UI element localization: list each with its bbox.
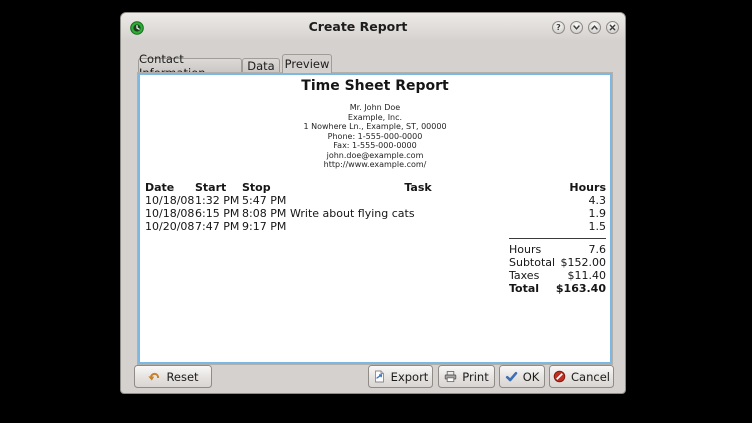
print-label: Print: [462, 370, 488, 384]
header-hours: Hours: [546, 181, 606, 194]
shade-icon[interactable]: [570, 21, 583, 34]
time-table: Date Start Stop Task Hours 10/18/08 1:32…: [145, 181, 606, 233]
summary-label: Total: [509, 282, 539, 295]
ok-icon: [505, 370, 518, 383]
cell-date: 10/20/08: [145, 220, 195, 233]
create-report-window: Create Report ? Contact Information Data…: [120, 12, 626, 394]
cell-task: Write about flying cats: [288, 207, 546, 220]
close-icon[interactable]: [606, 21, 619, 34]
summary-row-hours: Hours 7.6: [509, 243, 606, 256]
summary-value: $163.40: [556, 282, 606, 295]
table-row: 10/18/08 6:15 PM 8:08 PM Write about fly…: [145, 207, 606, 220]
cell-stop: 5:47 PM: [242, 194, 288, 207]
export-button[interactable]: Export: [368, 365, 433, 388]
preview-pane-frame: Time Sheet Report Mr. John Doe Example, …: [137, 72, 613, 365]
header-task: Task: [288, 181, 546, 194]
table-row: 10/18/08 1:32 PM 5:47 PM 4.3: [145, 194, 606, 207]
cell-stop: 9:17 PM: [242, 220, 288, 233]
contact-company: Example, Inc.: [140, 113, 610, 123]
cell-task: [288, 220, 546, 233]
summary-row-total: Total $163.40: [509, 282, 606, 295]
cell-start: 6:15 PM: [195, 207, 242, 220]
summary-value: 7.6: [589, 243, 607, 256]
contact-url: http://www.example.com/: [140, 160, 610, 170]
table-row: 10/20/08 7:47 PM 9:17 PM 1.5: [145, 220, 606, 233]
print-button[interactable]: Print: [438, 365, 495, 388]
cell-start: 7:47 PM: [195, 220, 242, 233]
cancel-label: Cancel: [571, 370, 610, 384]
contact-name: Mr. John Doe: [140, 103, 610, 113]
titlebar-buttons: ?: [552, 21, 619, 34]
export-label: Export: [391, 370, 429, 384]
header-stop: Stop: [242, 181, 288, 194]
print-icon: [444, 370, 457, 383]
cell-start: 1:32 PM: [195, 194, 242, 207]
summary-label: Hours: [509, 243, 541, 256]
contact-block: Mr. John Doe Example, Inc. 1 Nowhere Ln.…: [140, 103, 610, 170]
titlebar[interactable]: Create Report ?: [121, 13, 625, 41]
report-title: Time Sheet Report: [140, 78, 610, 94]
keep-above-icon[interactable]: [588, 21, 601, 34]
header-start: Start: [195, 181, 242, 194]
cell-hours: 1.9: [546, 207, 606, 220]
cell-date: 10/18/08: [145, 194, 195, 207]
cancel-button[interactable]: Cancel: [549, 365, 614, 388]
window-title: Create Report: [181, 19, 535, 34]
contact-email: john.doe@example.com: [140, 151, 610, 161]
reset-label: Reset: [166, 370, 198, 384]
summary-row-subtotal: Subtotal $152.00: [509, 256, 606, 269]
cell-hours: 1.5: [546, 220, 606, 233]
cell-task: [288, 194, 546, 207]
help-icon[interactable]: ?: [552, 21, 565, 34]
summary-row-taxes: Taxes $11.40: [509, 269, 606, 282]
cell-stop: 8:08 PM: [242, 207, 288, 220]
contact-phone: Phone: 1-555-000-0000: [140, 132, 610, 142]
tab-data[interactable]: Data: [242, 58, 280, 73]
summary-block: Hours 7.6 Subtotal $152.00 Taxes $11.40 …: [509, 238, 606, 295]
table-header-row: Date Start Stop Task Hours: [145, 181, 606, 194]
cancel-icon: [553, 370, 566, 383]
tab-preview[interactable]: Preview: [282, 54, 332, 73]
ok-button[interactable]: OK: [499, 365, 545, 388]
reset-icon: [147, 370, 161, 383]
tab-contact-information[interactable]: Contact Information: [138, 58, 242, 73]
contact-fax: Fax: 1-555-000-0000: [140, 141, 610, 151]
export-icon: [373, 370, 386, 383]
app-clock-icon: [130, 20, 144, 34]
cell-hours: 4.3: [546, 194, 606, 207]
header-date: Date: [145, 181, 195, 194]
contact-address: 1 Nowhere Ln., Example, ST, 00000: [140, 122, 610, 132]
summary-label: Subtotal: [509, 256, 555, 269]
report-preview-pane: Time Sheet Report Mr. John Doe Example, …: [138, 73, 612, 364]
reset-button[interactable]: Reset: [134, 365, 212, 388]
summary-label: Taxes: [509, 269, 539, 282]
cell-date: 10/18/08: [145, 207, 195, 220]
ok-label: OK: [523, 370, 540, 384]
summary-value: $11.40: [568, 269, 607, 282]
summary-value: $152.00: [561, 256, 607, 269]
